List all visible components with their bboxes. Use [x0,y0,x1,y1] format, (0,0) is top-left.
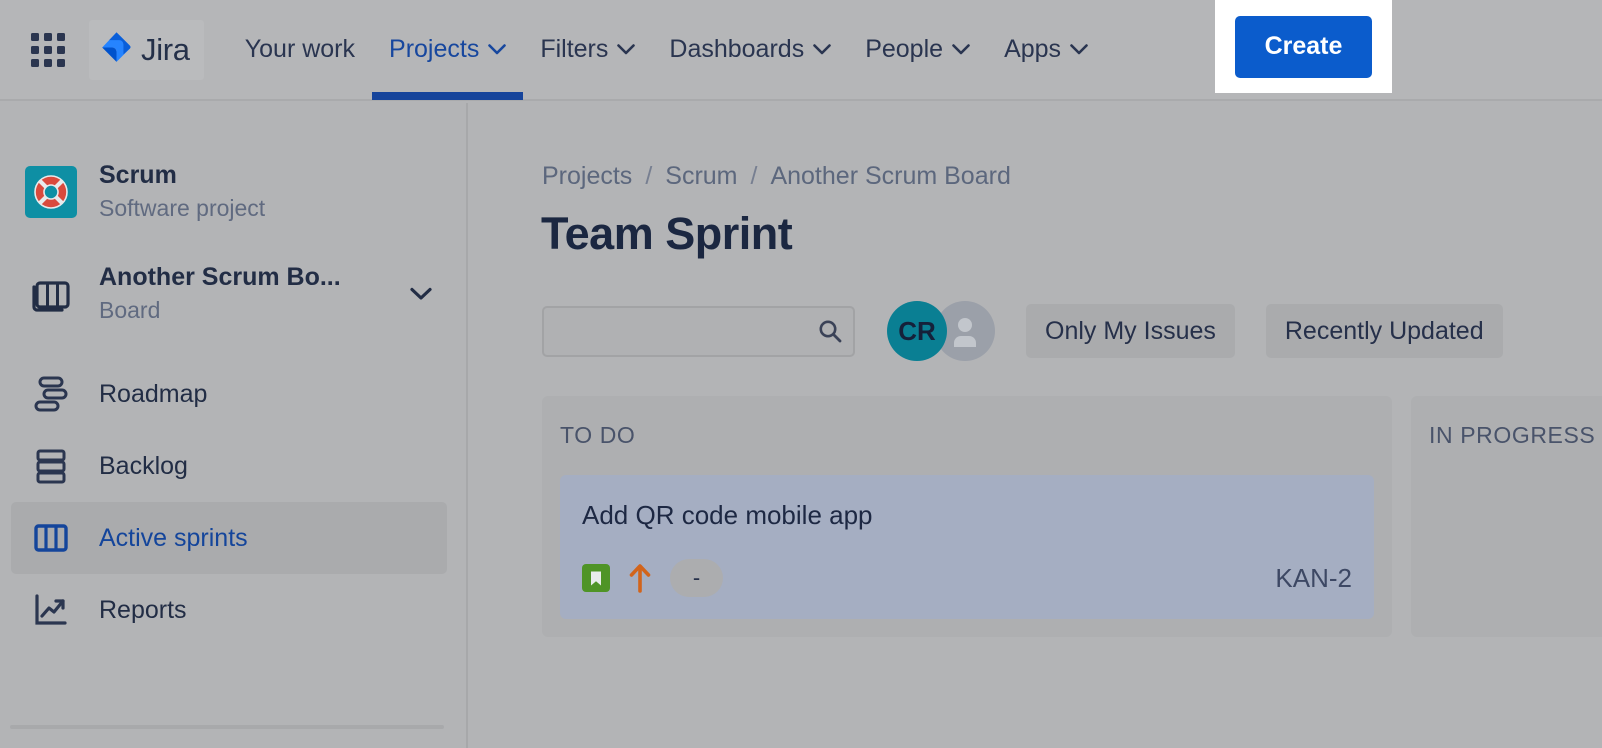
chevron-down-icon [488,44,506,55]
sidebar-item-label: Reports [99,596,187,625]
sidebar-item-backlog[interactable]: Backlog [11,430,447,502]
project-sidebar: Scrum Software project Another Scrum Bo.… [0,103,468,748]
sidebar-item-label: Roadmap [99,380,207,409]
filter-only-my-issues-button[interactable]: Only My Issues [1026,304,1235,358]
jira-wordmark: Jira [141,32,190,68]
main-content: Projects / Scrum / Another Scrum Board T… [470,103,1602,748]
sidebar-item-roadmap[interactable]: Roadmap [11,358,447,430]
chevron-down-icon [617,44,635,55]
board-column-in-progress: IN PROGRESS [1411,396,1602,637]
create-button[interactable]: Create [1235,16,1372,78]
sidebar-item-reports[interactable]: Reports [11,574,447,646]
nav-item-dashboards[interactable]: Dashboards [652,0,848,100]
board-column-todo: TO DO Add QR code mobile app [542,396,1392,637]
nav-item-label: Projects [389,35,479,64]
sprint-board: TO DO Add QR code mobile app [470,361,1602,637]
lifebuoy-icon [25,166,77,218]
nav-item-projects[interactable]: Projects [372,0,523,100]
card-footer: - KAN-2 [582,559,1352,597]
avatar-group: CR [887,301,995,361]
sidebar-nav-list: Roadmap Backlog [0,358,466,646]
card-issue-key[interactable]: KAN-2 [1275,563,1352,594]
reports-chart-icon [25,584,77,636]
filter-recently-updated-button[interactable]: Recently Updated [1266,304,1503,358]
column-title: TO DO [560,422,1374,449]
breadcrumb-separator: / [751,162,758,191]
sidebar-board-name: Another Scrum Bo... [99,262,388,292]
board-columns-icon [25,268,77,320]
jira-home-button[interactable]: Jira [89,20,204,80]
nav-item-filters[interactable]: Filters [523,0,652,100]
roadmap-icon [25,368,77,420]
primary-nav-items: Your work Projects Filters Dashboards [228,0,1105,100]
apps-grid-icon[interactable] [31,33,65,67]
sidebar-item-label: Backlog [99,452,188,481]
avatar[interactable]: CR [887,301,947,361]
chevron-down-icon [813,44,831,55]
search-input[interactable] [544,308,853,355]
backlog-icon [25,440,77,492]
create-button-highlight: Create [1215,0,1392,93]
nav-item-label: Apps [1004,35,1061,64]
sidebar-divider [10,725,444,729]
sidebar-item-active-sprints[interactable]: Active sprints [11,502,447,574]
chevron-down-icon [1070,44,1088,55]
sidebar-board-selector[interactable]: Another Scrum Bo... Board [0,223,466,325]
sidebar-project-name: Scrum [99,160,265,190]
jira-logo-icon [99,30,133,69]
priority-high-arrow-up-icon [628,563,652,593]
breadcrumb-item-scrum[interactable]: Scrum [665,162,737,191]
sidebar-project-header[interactable]: Scrum Software project [0,103,466,223]
search-box[interactable] [542,306,855,357]
chevron-down-icon[interactable] [410,287,432,301]
page-title: Team Sprint [470,191,1602,260]
nav-item-label: People [865,35,943,64]
jira-board-page: Jira Your work Projects Filters Dashboar… [0,0,1602,748]
nav-item-label: Dashboards [669,35,804,64]
board-card[interactable]: Add QR code mobile app [560,475,1374,619]
search-icon[interactable] [817,318,843,344]
breadcrumb: Projects / Scrum / Another Scrum Board [470,103,1602,191]
board-toolbar: CR Only My Issues Recently Updated [470,260,1602,361]
story-bookmark-icon [582,564,610,592]
nav-item-apps[interactable]: Apps [987,0,1105,100]
breadcrumb-item-board[interactable]: Another Scrum Board [770,162,1010,191]
chevron-down-icon [952,44,970,55]
card-title: Add QR code mobile app [582,499,1352,531]
sidebar-board-type: Board [99,295,388,325]
nav-item-label: Your work [245,35,355,64]
breadcrumb-separator: / [645,162,652,191]
board-icon [25,512,77,564]
nav-item-people[interactable]: People [848,0,987,100]
nav-item-label: Filters [540,35,608,64]
sidebar-project-type: Software project [99,193,265,223]
top-navigation-bar: Jira Your work Projects Filters Dashboar… [0,0,1602,101]
breadcrumb-item-projects[interactable]: Projects [542,162,632,191]
nav-item-your-work[interactable]: Your work [228,0,372,100]
estimate-badge[interactable]: - [670,559,723,597]
sidebar-item-label: Active sprints [99,524,248,553]
column-title: IN PROGRESS [1429,422,1602,449]
